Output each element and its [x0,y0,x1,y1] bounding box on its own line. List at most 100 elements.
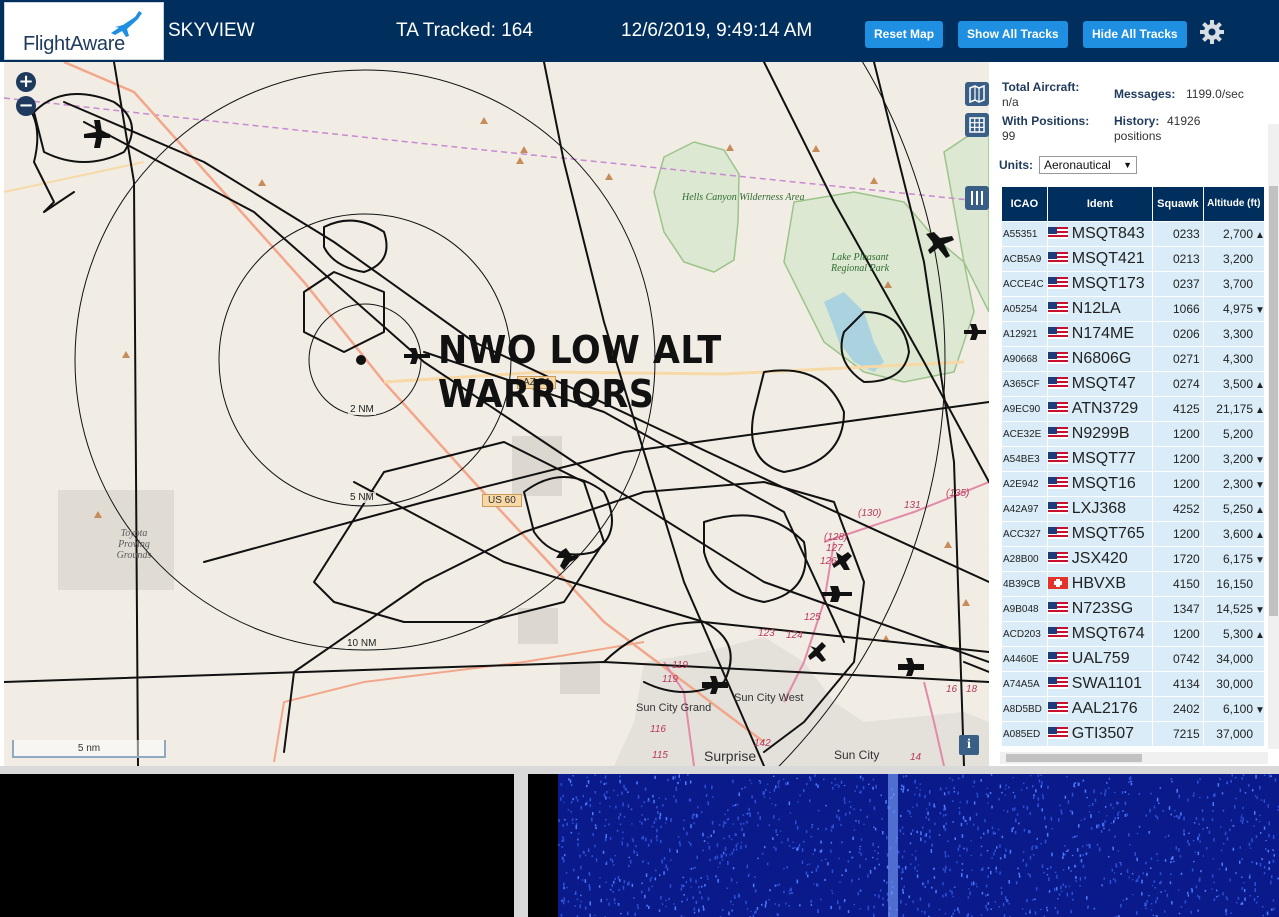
cell-icao: A365CF [1002,372,1047,396]
units-select-value: Aeronautical [1044,158,1111,172]
cell-icao: A085ED [1002,722,1047,746]
cell-altitude: 2,300 ▼ [1203,472,1265,496]
cell-ident: MSQT674 [1047,622,1153,646]
cell-icao: A4460E [1002,647,1047,671]
us-flag-icon [1047,727,1068,739]
table-row[interactable]: A4460E UAL759 0742 34,000 [1002,647,1264,671]
units-select[interactable]: Aeronautical ▼ [1039,156,1137,174]
table-row[interactable]: A74A5A SWA1101 4134 30,000 [1002,672,1264,696]
cell-altitude: 5,200 [1203,422,1264,446]
cell-ident: LXJ368 [1047,497,1153,521]
columns-icon[interactable] [965,186,989,210]
altitude-text: 5,200 [1222,427,1253,441]
route-number: (128) [824,532,848,543]
history-unit: positions [1114,129,1162,143]
table-row[interactable]: ACE32E N9299B 1200 5,200 [1002,422,1264,446]
map-view[interactable]: Hells Canyon Wilderness Area Lake Pleasa… [4,62,989,766]
cell-ident: JSX420 [1047,547,1153,571]
table-row[interactable]: A9B048 N723SG 1347 14,525 ▼ [1002,597,1265,621]
table-row[interactable]: A9EC90 ATN3729 4125 21,175 ▲ [1002,397,1265,421]
bottom-divider[interactable] [514,766,528,917]
cell-icao: A42A97 [1002,497,1047,521]
us-flag-icon [1047,327,1068,339]
table-row[interactable]: ACD203 MSQT674 1200 5,300 ▲ [1002,622,1265,646]
cell-icao: A9B048 [1002,597,1047,621]
show-all-tracks-button[interactable]: Show All Tracks [958,21,1068,48]
cell-ident: N723SG [1047,597,1153,621]
place-label-sun-city-grand: Sun City Grand [636,702,712,714]
ring-label-5nm: 5 NM [348,492,376,503]
aircraft-rows: A55351 MSQT843 0233 2,700 ▲ ACB5A9 MSQT421 0213… [1002,222,1265,746]
us-flag-icon [1047,502,1068,514]
us-flag-icon [1047,352,1068,364]
cell-altitude: 37,000 [1203,722,1264,746]
table-row[interactable]: A28B00 JSX420 1720 6,175 ▼ [1002,547,1265,571]
altitude-text: 30,000 [1216,677,1253,691]
column-header-ident[interactable]: Ident [1047,187,1153,221]
info-button[interactable]: i [959,735,979,755]
cell-altitude: 30,000 [1203,672,1264,696]
table-row[interactable]: A42A97 LXJ368 4252 5,250 ▲ [1002,497,1265,521]
route-number: 116 [650,724,666,735]
ident-text: MSQT421 [1071,250,1145,267]
column-header-icao[interactable]: ICAO [1002,187,1047,221]
aircraft-table-container[interactable]: ICAO Ident Squawk Altitude (ft) A55351 MS… [1001,186,1265,748]
total-aircraft-label: Total Aircraft: [1002,80,1080,94]
altitude-text: 2,300 [1222,477,1253,491]
table-row[interactable]: A365CF MSQT47 0274 3,500 ▲ [1002,372,1265,396]
route-number: 126 [820,556,837,567]
cell-ident: MSQT843 [1047,222,1153,246]
table-row[interactable]: ACC327 MSQT765 1200 3,600 ▲ [1002,522,1265,546]
table-row[interactable]: A12921 N174ME 0206 3,300 [1002,322,1264,346]
table-row[interactable]: ACCE4C MSQT173 0237 3,700 [1002,272,1264,296]
cell-icao: ACB5A9 [1002,247,1047,271]
altitude-trend-icon: ▼ [1255,480,1265,491]
cell-squawk: 0742 [1153,647,1203,671]
column-header-squawk[interactable]: Squawk [1153,187,1203,221]
altitude-trend-icon: ▲ [1255,630,1265,641]
cell-ident: SWA1101 [1047,672,1153,696]
cell-ident: GTI3507 [1047,722,1153,746]
us-flag-icon [1047,377,1068,389]
cell-altitude: 34,000 [1203,647,1264,671]
table-row[interactable]: A54BE3 MSQT77 1200 3,200 ▼ [1002,447,1265,471]
cell-altitude: 3,300 [1203,322,1264,346]
table-row[interactable]: A085ED GTI3507 7215 37,000 [1002,722,1264,746]
table-row[interactable]: A8D5BD AAL2176 2402 6,100 ▼ [1002,697,1265,721]
column-header-altitude[interactable]: Altitude (ft) [1203,187,1264,221]
altitude-text: 3,500 [1222,377,1253,391]
table-row[interactable]: 4B39CB HBVXB 4150 16,150 [1002,572,1264,596]
table-row[interactable]: A55351 MSQT843 0233 2,700 ▲ [1002,222,1265,246]
table-row[interactable]: A90668 N6806G 0271 4,300 [1002,347,1264,371]
table-horizontal-scrollbar[interactable] [1000,752,1268,764]
map-layers-icon[interactable] [965,82,989,106]
cell-icao: ACC327 [1002,522,1047,546]
cell-squawk: 1200 [1153,622,1203,646]
flightaware-logo[interactable]: FlightAware [4,2,164,60]
route-number: 142 [754,738,771,749]
place-label-toyota: Toyota Proving Grounds [116,528,152,561]
altitude-trend-icon: ▲ [1255,505,1265,516]
reset-map-button[interactable]: Reset Map [865,21,944,48]
table-vertical-scrollbar[interactable] [1268,124,1279,749]
altitude-text: 6,100 [1222,702,1253,716]
cell-squawk: 1200 [1153,422,1203,446]
ring-label-2nm: 2 NM [348,404,376,415]
ident-text: MSQT173 [1071,275,1145,292]
cell-squawk: 0271 [1153,347,1203,371]
total-aircraft-value: n/a [1002,95,1019,109]
grid-icon[interactable] [965,113,989,137]
zoom-out-button[interactable]: − [16,96,36,116]
gear-icon[interactable] [1199,19,1225,45]
ident-text: MSQT16 [1071,475,1136,492]
table-row[interactable]: A2E942 MSQT16 1200 2,300 ▼ [1002,472,1265,496]
cell-squawk: 1066 [1153,297,1203,321]
hide-all-tracks-button[interactable]: Hide All Tracks [1083,21,1187,48]
tracked-count: TA Tracked: 164 [396,20,533,41]
table-row[interactable]: ACB5A9 MSQT421 0213 3,200 [1002,247,1264,271]
ring-label-10nm: 10 NM [345,638,379,649]
us-flag-icon [1047,302,1068,314]
us-flag-icon [1047,677,1068,689]
zoom-in-button[interactable]: + [16,72,36,92]
table-row[interactable]: A05254 N12LA 1066 4,975 ▼ [1002,297,1265,321]
